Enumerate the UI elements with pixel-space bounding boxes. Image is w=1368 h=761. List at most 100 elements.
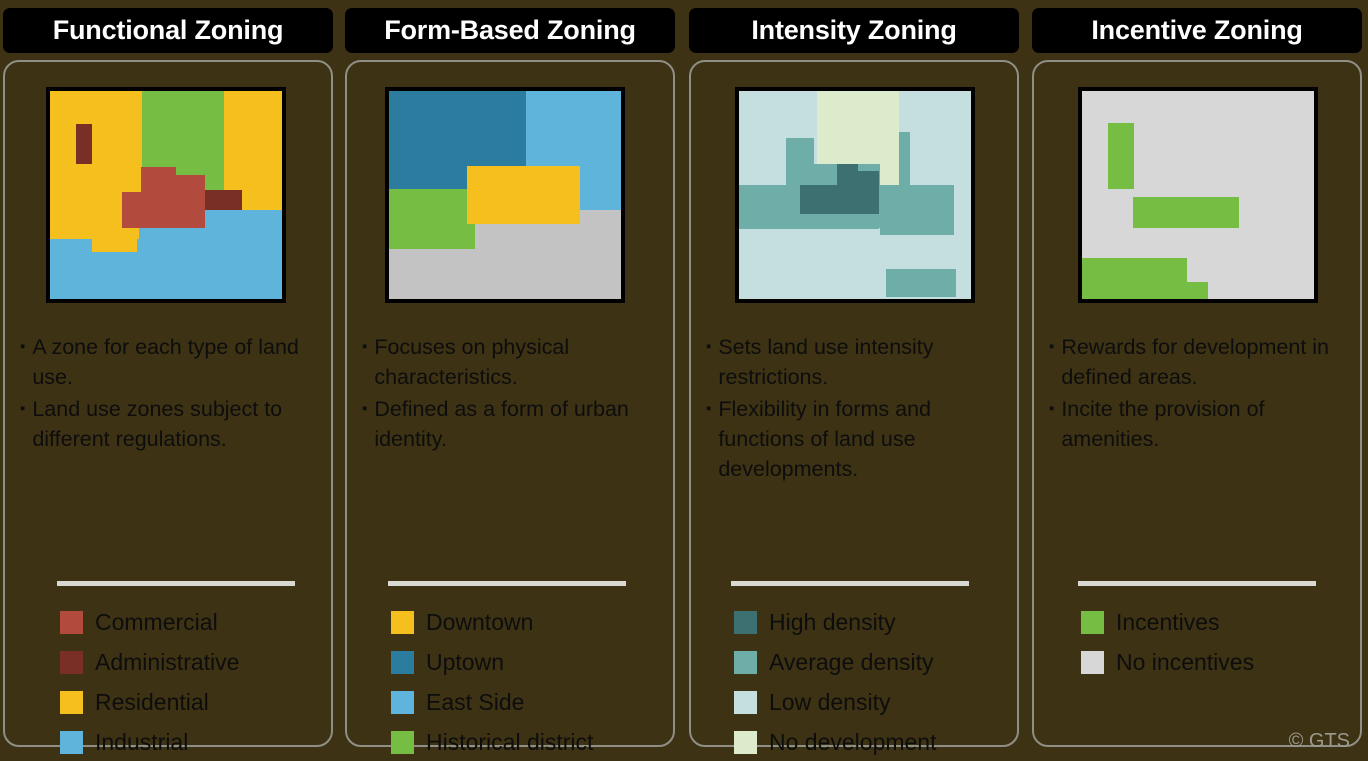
commercial-core-left <box>122 192 205 228</box>
incentive-zone-bottom <box>1082 258 1187 299</box>
legend-item[interactable]: Downtown <box>391 602 666 642</box>
legend-label: Low density <box>769 689 891 715</box>
historical-district-block <box>389 189 475 249</box>
legend-item[interactable]: High density <box>734 602 1009 642</box>
panel-header-3[interactable]: Incentive Zoning <box>1032 8 1362 53</box>
legend-item[interactable]: Industrial <box>60 722 335 761</box>
legend-color-swatch <box>391 650 414 674</box>
incentive-zone-middle <box>1133 197 1239 228</box>
zoning-map-3 <box>1078 87 1318 303</box>
administrative-small <box>76 124 92 164</box>
bullet-item: ▪ Focuses on physical characteristics. <box>362 332 662 392</box>
bullet-item: ▪ Sets land use intensity restrictions. <box>706 332 1006 392</box>
average-density-island <box>886 269 956 297</box>
bullet-marker-icon: ▪ <box>1049 400 1055 417</box>
legend-color-swatch <box>1081 650 1104 674</box>
panel-header-1[interactable]: Form-Based Zoning <box>345 8 675 53</box>
map-legend-2: High density Average density Low density No… <box>734 602 1009 761</box>
bullet-text: Rewards for development in defined areas… <box>1061 335 1330 389</box>
zoning-column-2: Intensity Zoning ▪ Sets land use intensity… <box>689 0 1019 761</box>
legend-color-swatch <box>60 650 83 674</box>
bullet-text: A zone for each type of land use. <box>32 335 299 389</box>
bullet-text: Defined as a form of urban identity. <box>374 397 629 451</box>
bullet-text: Flexibility in forms and functions of la… <box>718 397 932 481</box>
bullet-text: Land use zones subject to different regu… <box>32 397 283 451</box>
legend-color-swatch <box>734 650 757 674</box>
administrative-strip <box>205 190 242 210</box>
legend-item[interactable]: Incentives <box>1081 602 1356 642</box>
bullet-item: ▪ Rewards for development in defined area… <box>1049 332 1349 392</box>
copyright-notice: © GTS <box>1288 730 1350 752</box>
legend-item[interactable]: No development <box>734 722 1009 761</box>
zoning-column-0: Functional Zoning ▪ A zone for each type o… <box>3 0 333 761</box>
panel-bullet-list-1: ▪ Focuses on physical characteristics. ▪ De… <box>362 332 662 456</box>
panel-header-0[interactable]: Functional Zoning <box>3 8 333 53</box>
panel-bullet-list-0: ▪ A zone for each type of land use. ▪ Land … <box>20 332 320 456</box>
legend-item[interactable]: Administrative <box>60 642 335 682</box>
legend-label: Residential <box>95 689 209 715</box>
bullet-marker-icon: ▪ <box>20 400 26 417</box>
panel-body-2: ▪ Sets land use intensity restrictions. ▪ F… <box>689 60 1019 755</box>
bullet-marker-icon: ▪ <box>362 400 368 417</box>
legend-item[interactable]: Residential <box>60 682 335 722</box>
legend-item[interactable]: Commercial <box>60 602 335 642</box>
high-density-core <box>800 185 879 214</box>
bullet-marker-icon: ▪ <box>362 338 368 355</box>
legend-item[interactable]: East Side <box>391 682 666 722</box>
legend-color-swatch <box>391 730 414 754</box>
panel-title: Form-Based Zoning <box>384 15 636 45</box>
bullet-item: ▪ Land use zones subject to different reg… <box>20 394 320 454</box>
legend-item[interactable]: Uptown <box>391 642 666 682</box>
legend-color-swatch <box>60 610 83 634</box>
bullet-text: Sets land use intensity restrictions. <box>718 335 934 389</box>
bullet-text: Focuses on physical characteristics. <box>374 335 570 389</box>
legend-color-swatch <box>734 610 757 634</box>
bullet-item: ▪ Defined as a form of urban identity. <box>362 394 662 454</box>
legend-label: Industrial <box>95 729 189 755</box>
map-legend-1: Downtown Uptown East Side Historical distri… <box>391 602 666 761</box>
legend-label: No development <box>769 729 937 755</box>
legend-label: East Side <box>426 689 525 715</box>
zoning-column-3: Incentive Zoning ▪ Rewards for development… <box>1032 0 1362 761</box>
zoning-map-2 <box>735 87 975 303</box>
bullet-text: Incite the provision of amenities. <box>1061 397 1265 451</box>
bullet-item: ▪ A zone for each type of land use. <box>20 332 320 392</box>
legend-label: Commercial <box>95 609 218 635</box>
legend-item[interactable]: Low density <box>734 682 1009 722</box>
zoning-map-0 <box>46 87 286 303</box>
panel-body-0: ▪ A zone for each type of land use. ▪ Land … <box>3 60 333 755</box>
legend-label: Administrative <box>95 649 240 675</box>
zoning-map-1 <box>385 87 625 303</box>
legend-color-swatch <box>60 690 83 714</box>
legend-color-swatch <box>391 610 414 634</box>
legend-item[interactable]: Average density <box>734 642 1009 682</box>
average-density-right-band <box>880 185 954 235</box>
panel-body-3: ▪ Rewards for development in defined area… <box>1032 60 1362 747</box>
panel-header-2[interactable]: Intensity Zoning <box>689 8 1019 53</box>
legend-label: Average density <box>769 649 934 675</box>
residential-notch <box>92 239 137 252</box>
map-legend-0: Commercial Administrative Residential Indus… <box>60 602 335 761</box>
map-legend-3: Incentives No incentives <box>1081 602 1356 682</box>
panel-title: Intensity Zoning <box>751 15 957 45</box>
legend-color-swatch <box>734 690 757 714</box>
bullet-item: ▪ Flexibility in forms and functions of l… <box>706 394 1006 484</box>
incentive-zone-top-left <box>1108 123 1134 189</box>
legend-color-swatch <box>1081 610 1104 634</box>
legend-item[interactable]: Historical district <box>391 722 666 761</box>
bullet-item: ▪ Incite the provision of amenities. <box>1049 394 1349 454</box>
section-divider <box>388 581 626 586</box>
bullet-marker-icon: ▪ <box>706 338 712 355</box>
legend-label: Uptown <box>426 649 504 675</box>
section-divider <box>57 581 295 586</box>
legend-label: Incentives <box>1116 609 1220 635</box>
bullet-marker-icon: ▪ <box>20 338 26 355</box>
panel-title: Functional Zoning <box>52 15 284 45</box>
legend-label: No incentives <box>1116 649 1255 675</box>
legend-label: Downtown <box>426 609 534 635</box>
zoning-types-infographic: Functional Zoning ▪ A zone for each type o… <box>0 0 1368 761</box>
legend-item[interactable]: No incentives <box>1081 642 1356 682</box>
panel-bullet-list-2: ▪ Sets land use intensity restrictions. ▪ F… <box>706 332 1006 486</box>
section-divider <box>731 581 969 586</box>
incentive-zone-bottom-tab <box>1186 282 1208 299</box>
